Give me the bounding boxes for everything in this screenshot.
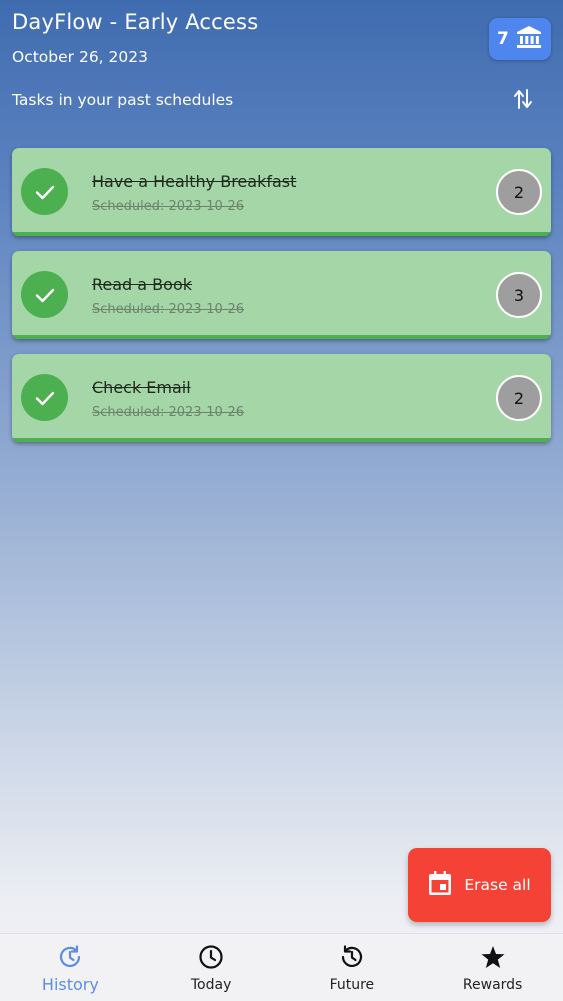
check-icon[interactable]: [21, 168, 68, 215]
nav-today[interactable]: Today: [141, 934, 282, 1001]
nav-rewards[interactable]: Rewards: [422, 934, 563, 1001]
task-progress-bar: [12, 438, 551, 442]
section-title: Tasks in your past schedules: [12, 91, 234, 109]
task-scheduled-date: Scheduled: 2023-10-26: [92, 405, 245, 420]
check-icon[interactable]: [21, 271, 68, 318]
task-scheduled-date: Scheduled: 2023-10-26: [92, 199, 245, 214]
clock-icon: [198, 944, 224, 974]
nav-history-label: History: [41, 975, 99, 994]
task-progress-bar: [12, 232, 551, 236]
calendar-icon: [428, 870, 452, 900]
nav-future-label: Future: [329, 977, 375, 993]
sort-button[interactable]: [508, 86, 538, 116]
star-icon: [480, 944, 506, 974]
bottom-navigation: History Today Future Rewards: [0, 933, 563, 1001]
nav-rewards-label: Rewards: [462, 977, 523, 993]
erase-all-button[interactable]: Erase all: [408, 848, 551, 922]
task-points-badge: 3: [496, 272, 542, 318]
task-name: Read a Book: [92, 275, 192, 294]
task-scheduled-date: Scheduled: 2023-10-26: [92, 302, 245, 317]
task-progress-bar: [12, 335, 551, 339]
sort-arrows-icon: [513, 88, 533, 114]
task-list: Have a Healthy Breakfast Scheduled: 2023…: [12, 148, 551, 457]
task-card[interactable]: Check Email Scheduled: 2023-10-26 2: [12, 354, 551, 442]
nav-future[interactable]: Future: [282, 934, 423, 1001]
current-date: October 26, 2023: [12, 48, 148, 66]
points-count: 7: [497, 29, 509, 49]
history-icon: [57, 944, 83, 974]
task-card[interactable]: Have a Healthy Breakfast Scheduled: 2023…: [12, 148, 551, 236]
task-name: Check Email: [92, 378, 191, 397]
app-title: DayFlow - Early Access: [12, 10, 259, 34]
erase-all-label: Erase all: [464, 876, 531, 894]
task-name: Have a Healthy Breakfast: [92, 172, 297, 191]
nav-history[interactable]: History: [0, 934, 141, 1001]
bank-icon: [516, 25, 542, 53]
task-points-badge: 2: [496, 375, 542, 421]
nav-today-label: Today: [190, 977, 232, 993]
check-icon[interactable]: [21, 374, 68, 421]
future-icon: [339, 944, 365, 974]
points-badge[interactable]: 7: [489, 18, 551, 60]
task-points-badge: 2: [496, 169, 542, 215]
task-card[interactable]: Read a Book Scheduled: 2023-10-26 3: [12, 251, 551, 339]
